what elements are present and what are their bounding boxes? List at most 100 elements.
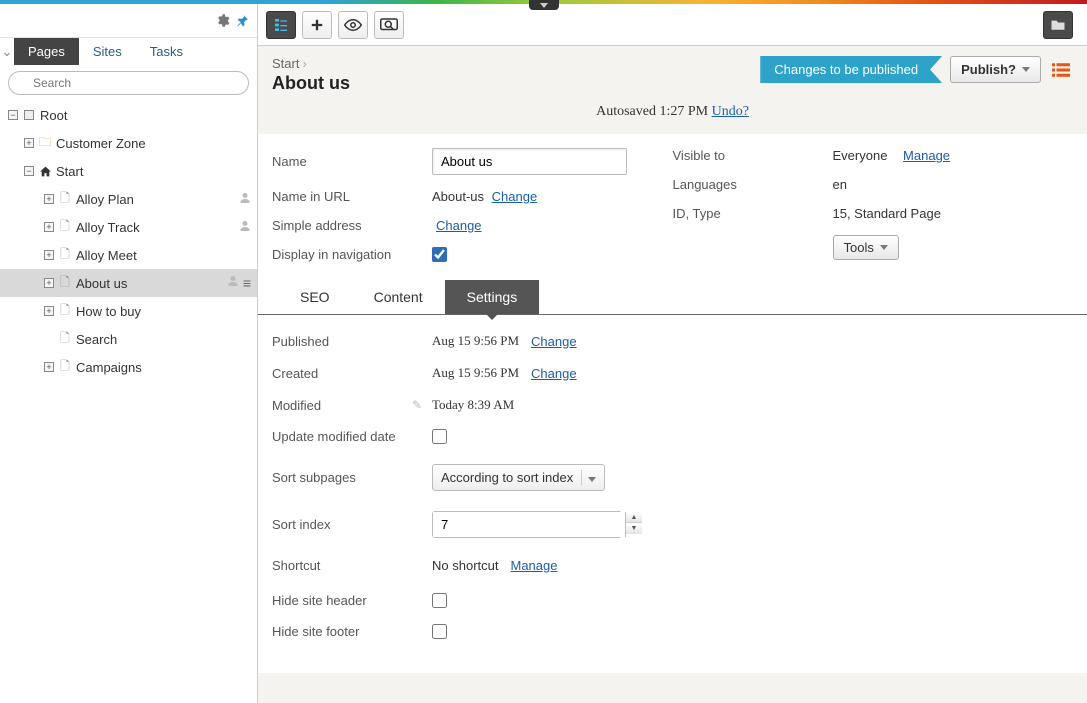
tree-label: Alloy Meet: [76, 248, 137, 263]
expand-icon[interactable]: +: [44, 250, 54, 260]
hide-footer-checkbox[interactable]: [432, 624, 447, 639]
assets-button[interactable]: [1043, 11, 1073, 39]
tab-settings[interactable]: Settings: [445, 280, 540, 314]
root-folder-icon: [22, 108, 36, 122]
search-input[interactable]: [8, 71, 249, 95]
created-label: Created: [272, 366, 432, 381]
expand-icon[interactable]: +: [44, 194, 54, 204]
page-title: About us: [272, 73, 350, 94]
options-list-icon[interactable]: [1049, 58, 1073, 82]
tab-tasks[interactable]: Tasks: [136, 38, 197, 65]
page-icon: 🗋: [58, 304, 72, 318]
person-icon: [239, 192, 251, 207]
tree-item[interactable]: 🗋 Search: [0, 325, 257, 353]
tree-view-button[interactable]: [266, 11, 296, 39]
pin-icon[interactable]: [233, 12, 251, 30]
person-icon: [239, 220, 251, 235]
tree-item[interactable]: + 🗋 How to buy: [0, 297, 257, 325]
tree-label: About us: [76, 276, 127, 291]
visible-label: Visible to: [673, 148, 833, 163]
change-simple-link[interactable]: Change: [436, 218, 482, 233]
status-badge[interactable]: Changes to be published: [760, 56, 942, 83]
preview-button[interactable]: [338, 11, 368, 39]
nav-tree: − Root + 🗀 Customer Zone − Start + 🗋 All…: [0, 101, 257, 703]
id-type-value: 15, Standard Page: [833, 206, 941, 221]
languages-label: Languages: [673, 177, 833, 192]
url-label: Name in URL: [272, 189, 432, 204]
gear-icon[interactable]: [213, 12, 231, 30]
tree-item[interactable]: + 🗋 Alloy Track: [0, 213, 257, 241]
expand-icon[interactable]: +: [44, 362, 54, 372]
created-value: Aug 15 9:56 PM: [432, 365, 519, 381]
folder-icon: 🗀: [38, 136, 52, 150]
tree-label: Alloy Plan: [76, 192, 134, 207]
autosave-status: Autosaved 1:27 PM Undo?: [258, 94, 1087, 134]
expand-icon[interactable]: +: [44, 306, 54, 316]
breadcrumb[interactable]: Start›: [272, 56, 350, 71]
compare-button[interactable]: [374, 11, 404, 39]
update-modified-label: Update modified date: [272, 429, 432, 444]
spin-up-button[interactable]: ▲: [626, 512, 642, 523]
tab-pages[interactable]: Pages: [14, 38, 79, 65]
page-icon: 🗋: [58, 276, 72, 290]
tree-item[interactable]: + 🗋 Alloy Plan: [0, 185, 257, 213]
manage-shortcut-link[interactable]: Manage: [510, 558, 557, 573]
tree-label: Start: [56, 164, 83, 179]
published-label: Published: [272, 334, 432, 349]
change-url-link[interactable]: Change: [492, 189, 538, 204]
page-icon: 🗋: [58, 220, 72, 234]
tab-chevron-icon[interactable]: ⌄: [0, 44, 14, 60]
url-value: About-us: [432, 189, 484, 204]
expand-icon[interactable]: +: [44, 222, 54, 232]
page-icon: 🗋: [58, 248, 72, 262]
sort-index-input[interactable]: [433, 512, 625, 537]
name-label: Name: [272, 154, 432, 169]
change-published-link[interactable]: Change: [531, 334, 577, 349]
collapse-icon[interactable]: −: [24, 166, 34, 176]
undo-link[interactable]: Undo?: [712, 104, 749, 119]
spin-down-button[interactable]: ▼: [626, 523, 642, 534]
tools-button[interactable]: Tools: [833, 235, 899, 260]
collapse-icon[interactable]: −: [8, 110, 18, 120]
hide-header-label: Hide site header: [272, 593, 432, 608]
sort-subpages-label: Sort subpages: [272, 470, 432, 485]
tree-label: Search: [76, 332, 117, 347]
tree-label: Campaigns: [76, 360, 142, 375]
brand-rainbow-bar: [0, 0, 1087, 4]
context-menu-icon[interactable]: ≡: [243, 275, 251, 291]
published-value: Aug 15 9:56 PM: [432, 333, 519, 349]
update-modified-checkbox[interactable]: [432, 429, 447, 444]
person-icon: [227, 275, 239, 291]
change-created-link[interactable]: Change: [531, 366, 577, 381]
tree-customer-zone[interactable]: + 🗀 Customer Zone: [0, 129, 257, 157]
modified-label: Modified ✎: [272, 398, 432, 413]
hide-footer-label: Hide site footer: [272, 624, 432, 639]
page-icon: 🗋: [58, 360, 72, 374]
main-panel: Start› About us Changes to be published …: [258, 4, 1087, 703]
display-nav-label: Display in navigation: [272, 247, 432, 262]
tab-seo[interactable]: SEO: [278, 280, 352, 314]
tree-item[interactable]: + 🗋 Campaigns: [0, 353, 257, 381]
visible-value: Everyone: [833, 148, 888, 163]
page-icon: 🗋: [58, 192, 72, 206]
publish-button[interactable]: Publish?: [950, 56, 1041, 83]
manage-visible-link[interactable]: Manage: [903, 148, 950, 163]
languages-value: en: [833, 177, 847, 192]
expand-icon[interactable]: +: [44, 278, 54, 288]
tree-item[interactable]: + 🗋 Alloy Meet: [0, 241, 257, 269]
name-input[interactable]: [432, 148, 627, 175]
add-button[interactable]: [302, 11, 332, 39]
hide-header-checkbox[interactable]: [432, 593, 447, 608]
tab-sites[interactable]: Sites: [79, 38, 136, 65]
top-expand-tab[interactable]: [529, 0, 559, 10]
tree-item-selected[interactable]: + 🗋 About us ≡: [0, 269, 257, 297]
simple-address-label: Simple address: [272, 218, 432, 233]
chevron-down-icon: [880, 245, 888, 250]
display-nav-checkbox[interactable]: [432, 247, 447, 262]
sort-index-label: Sort index: [272, 517, 432, 532]
tree-root[interactable]: − Root: [0, 101, 257, 129]
tab-content[interactable]: Content: [352, 280, 445, 314]
expand-icon[interactable]: +: [24, 138, 34, 148]
sort-subpages-select[interactable]: According to sort index: [432, 464, 605, 491]
tree-start[interactable]: − Start: [0, 157, 257, 185]
